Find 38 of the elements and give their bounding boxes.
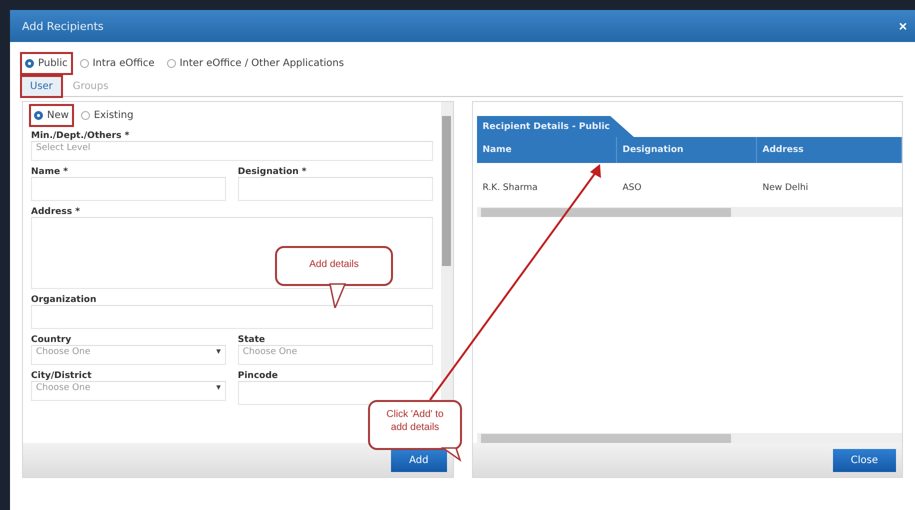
dropdown-field[interactable]: Choose One ▾ (31, 346, 226, 365)
scrollbar[interactable] (476, 433, 902, 443)
input-field[interactable] (238, 178, 432, 201)
select-field[interactable]: Select Level (31, 142, 432, 161)
user-type-radio[interactable]: Existing (78, 106, 136, 125)
scrollbar[interactable] (476, 207, 902, 217)
column-header: Address (756, 137, 902, 163)
column-header: Name (476, 137, 616, 163)
callout-tooltip-text: Add details (308, 258, 360, 271)
user-type-radio[interactable]: New (31, 106, 72, 125)
caret-icon: ▾ (216, 383, 221, 393)
field-label: Country (31, 335, 226, 346)
field-label: Name * (31, 167, 226, 178)
caret-icon: ▾ (216, 347, 221, 357)
field-label: State (238, 335, 432, 346)
column-header: Designation (616, 137, 756, 163)
window-title: Add Recipients (22, 20, 104, 32)
table-cell-text: ASO (622, 182, 642, 195)
select-field[interactable]: Choose One (238, 346, 432, 365)
recipient-type-radio[interactable]: Public (22, 54, 71, 73)
field-label: Address * (31, 207, 432, 218)
details-tab[interactable]: Recipient Details - Public (476, 116, 634, 137)
close-button[interactable]: × (898, 18, 907, 34)
table-cell-text: New Delhi (762, 182, 810, 195)
recipient-type-radio[interactable]: Intra eOffice (76, 54, 158, 73)
field-label: City/District (31, 371, 226, 382)
table-cell-text: R.K. Sharma (482, 182, 539, 195)
add-button[interactable]: Add (391, 448, 446, 472)
input-field[interactable] (31, 178, 226, 201)
dropdown-field[interactable]: Choose One ▾ (31, 382, 226, 401)
field-label: Pincode (238, 371, 432, 382)
field-label: Designation * (238, 167, 432, 178)
field-label: Min./Dept./Others * (31, 131, 432, 142)
input-field[interactable] (31, 306, 432, 329)
recipient-type-radio[interactable]: Inter eOffice / Other Applications (164, 54, 347, 73)
close-button[interactable]: Close (832, 448, 896, 472)
callout-tooltip-text: Click 'Add' to add details (385, 408, 445, 434)
tab[interactable]: User (22, 77, 61, 96)
